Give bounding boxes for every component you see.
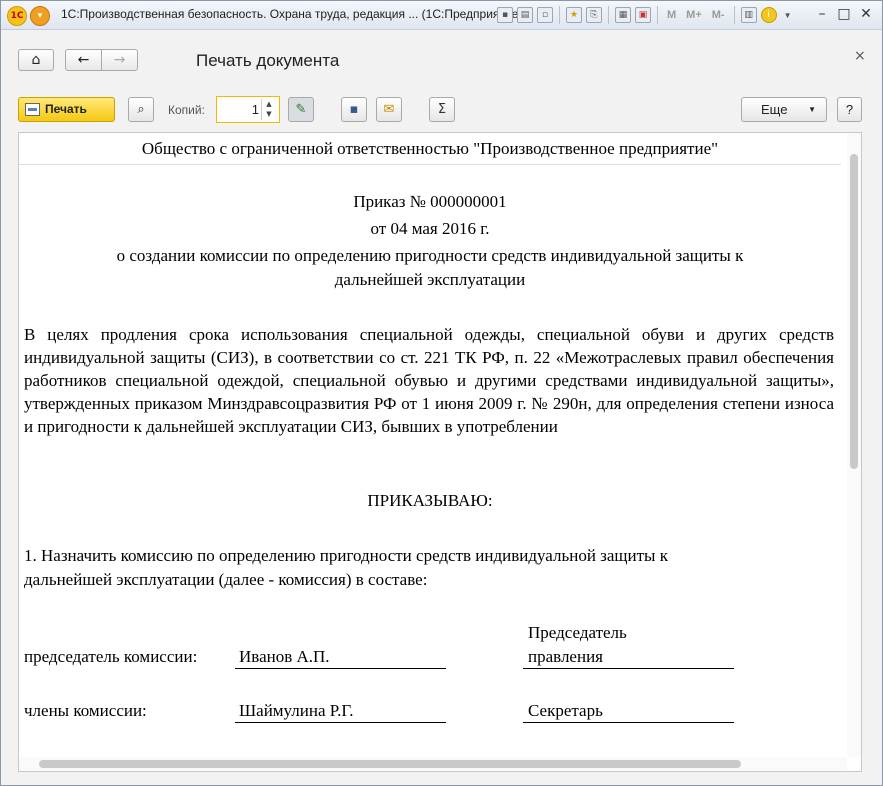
preview-icon[interactable]: ▫ [537, 7, 553, 23]
vertical-scrollbar[interactable] [847, 133, 861, 757]
chevron-down-icon[interactable]: ▼ [781, 11, 795, 20]
floppy-icon: ▪ [349, 102, 359, 117]
sum-button[interactable]: Σ [429, 97, 455, 122]
forward-button[interactable]: → [101, 49, 138, 71]
order-number: Приказ № 000000001 [353, 192, 507, 211]
copies-input[interactable] [221, 100, 259, 119]
more-button-label: Еще [761, 102, 788, 117]
member-position: Секретарь [528, 701, 603, 720]
maximize-button[interactable]: □ [835, 6, 853, 22]
order-word: ПРИКАЗЫВАЮ: [367, 491, 493, 510]
magnifier-icon: ⌕ [137, 102, 145, 117]
memory-plus-button[interactable]: M+ [683, 9, 705, 21]
help-button[interactable]: ? [837, 97, 862, 122]
chairman-name: Иванов А.П. [239, 647, 330, 666]
printer-icon [25, 103, 40, 116]
panel-layout-icon[interactable]: ▥ [740, 7, 757, 23]
horizontal-scrollbar[interactable] [19, 757, 847, 771]
arrow-left-icon: ← [77, 52, 90, 68]
close-icon[interactable]: × [854, 48, 866, 64]
spin-down-icon[interactable]: ▼ [262, 109, 276, 119]
header-divider [19, 164, 841, 165]
favorites-icon[interactable]: ★ [566, 7, 582, 23]
copies-label: Копий: [168, 103, 205, 117]
save-icon[interactable]: ▪ [497, 7, 513, 23]
memory-button[interactable]: M [664, 9, 679, 21]
arrow-right-icon: → [113, 52, 126, 68]
home-button[interactable]: ⌂ [18, 49, 54, 71]
members-label: члены комиссии: [24, 701, 147, 720]
order-date: от 04 мая 2016 г. [370, 219, 490, 238]
document-viewer[interactable]: Общество с ограниченной ответственностью… [18, 132, 862, 772]
order-subject-line2: дальнейшей эксплуатации [334, 270, 526, 289]
memory-minus-button[interactable]: M- [709, 9, 728, 21]
info-icon[interactable]: i [760, 7, 777, 23]
printed-document: Общество с ограниченной ответственностью… [19, 133, 847, 757]
item1-line1: 1. Назначить комиссию по определению при… [24, 546, 668, 565]
back-button[interactable]: ← [65, 49, 102, 71]
item1-line2: дальнейшей эксплуатации (далее - комисси… [24, 570, 428, 589]
print-button-label: Печать [45, 102, 87, 116]
minimize-button[interactable]: – [813, 6, 831, 22]
home-icon: ⌂ [31, 52, 41, 68]
app-window: 1С ▾ 1С:Производственная безопасность. О… [0, 0, 883, 786]
spin-up-icon[interactable]: ▲ [262, 99, 276, 109]
save-button[interactable]: ▪ [341, 97, 367, 122]
main-menu-icon[interactable]: ▾ [30, 6, 50, 26]
separator [733, 6, 735, 24]
form-title: Печать документа [196, 51, 340, 70]
chairman-name-underline [235, 668, 446, 669]
member-name-underline [235, 722, 446, 723]
edit-icon: ✎ [295, 102, 307, 117]
print-icon[interactable]: ▤ [517, 7, 533, 23]
link-icon[interactable]: ⎘ [586, 7, 602, 23]
print-button[interactable]: Печать [18, 97, 115, 122]
separator [657, 6, 658, 24]
member-name: Шаймулина Р.Г. [239, 701, 354, 720]
order-subject-line1: о создании комиссии по определению приго… [116, 246, 744, 265]
calculator-icon[interactable]: ▦ [615, 7, 631, 23]
horizontal-scroll-thumb[interactable] [39, 760, 741, 768]
chairman-position-line2: правления [528, 647, 603, 666]
copies-field: ▲ ▼ [216, 96, 280, 123]
envelope-icon: ✉ [383, 102, 395, 117]
chairman-position-underline [523, 668, 734, 669]
edit-toggle-button[interactable]: ✎ [288, 97, 314, 122]
organization-name: Общество с ограниченной ответственностью… [141, 139, 719, 158]
member-position-underline [523, 722, 734, 723]
sigma-icon: Σ [437, 102, 447, 117]
more-menu-button[interactable]: Еще ▼ [741, 97, 827, 122]
titlebar-tools: ▪ ▤ ▫ ★ ⎘ ▦ ▣ M M+ M- ▥ i ▼ [497, 6, 795, 24]
vertical-scroll-thumb[interactable] [850, 154, 858, 469]
separator [559, 6, 560, 24]
send-email-button[interactable]: ✉ [376, 97, 402, 122]
calendar-icon[interactable]: ▣ [635, 7, 651, 23]
chairman-label: председатель комиссии: [24, 647, 198, 666]
order-preamble: В целях продления срока использования сп… [24, 325, 834, 436]
title-bar: 1С ▾ 1С:Производственная безопасность. О… [1, 1, 882, 30]
separator [608, 6, 609, 24]
preview-button[interactable]: ⌕ [128, 97, 154, 122]
chevron-down-icon: ▼ [808, 105, 816, 114]
window-close-button[interactable]: ✕ [857, 6, 875, 22]
window-title: 1С:Производственная безопасность. Охрана… [61, 7, 523, 21]
copies-stepper[interactable]: ▲ ▼ [261, 99, 276, 120]
chairman-position-line1: Председатель [528, 623, 627, 642]
app-logo-icon[interactable]: 1С [7, 6, 27, 26]
